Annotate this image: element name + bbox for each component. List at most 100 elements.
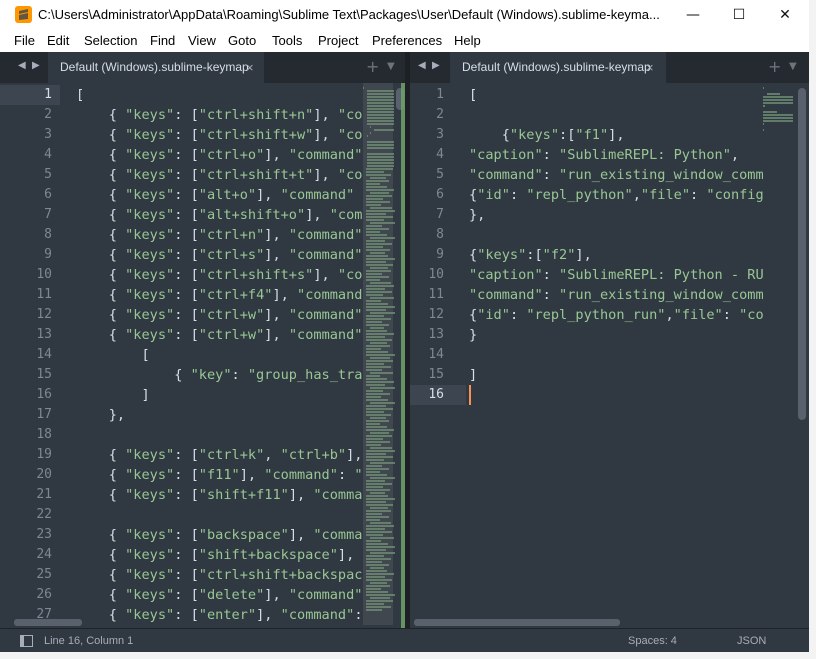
minimap-line bbox=[366, 258, 395, 260]
code-line[interactable]: {"keys":["f2"], bbox=[469, 245, 592, 265]
code-line[interactable]: {"id": "repl_python","file": "config bbox=[469, 185, 763, 205]
minimap-line bbox=[366, 546, 395, 548]
minimap-line bbox=[370, 522, 391, 524]
tab-next-icon[interactable]: ▶ bbox=[32, 60, 40, 71]
right-editor-pane[interactable]: 1 2 3 4 5 6 7 8 9 10 11 12 13 14 15 16 [ {"keys":["f1"]… bbox=[410, 83, 809, 628]
minimap-line bbox=[366, 96, 395, 98]
right-minimap[interactable] bbox=[763, 83, 797, 628]
left-editor-pane[interactable]: 1 2 3 4 5 6 7 8 9 10 11 12 13 14 15 16 17 18 19 20 21 22 23 24 2… bbox=[0, 83, 405, 628]
minimap-line bbox=[763, 111, 777, 113]
code-line[interactable]: { "keys": ["ctrl+shift+s"], "co bbox=[76, 265, 363, 285]
code-line[interactable]: { "keys": ["ctrl+shift+n"], "co bbox=[76, 105, 363, 125]
tab-menu-icon[interactable]: ▼ bbox=[789, 61, 797, 72]
minimize-button[interactable]: — bbox=[670, 0, 716, 30]
code-line[interactable]: { "keys": ["enter"], "command": bbox=[76, 605, 363, 625]
menu-find[interactable]: Find bbox=[150, 30, 175, 52]
minimap-line bbox=[763, 129, 764, 131]
line-number: 9 bbox=[44, 247, 52, 262]
menu-selection[interactable]: Selection bbox=[84, 30, 137, 52]
code-line[interactable]: { "keys": ["ctrl+w"], "command" bbox=[76, 305, 363, 325]
code-line[interactable]: {"keys":["f1"], bbox=[469, 125, 625, 145]
code-line[interactable]: { "keys": ["alt+o"], "command" bbox=[76, 185, 355, 205]
tab-menu-icon[interactable]: ▼ bbox=[387, 61, 395, 72]
code-line[interactable]: { "keys": ["alt+shift+o"], "com bbox=[76, 205, 363, 225]
menu-file[interactable]: File bbox=[14, 30, 35, 52]
menu-goto[interactable]: Goto bbox=[228, 30, 256, 52]
minimap-line bbox=[370, 207, 392, 209]
left-code-area[interactable]: [ { "keys": ["ctrl+shift+n"], "co { "key… bbox=[76, 83, 363, 628]
menu-help[interactable]: Help bbox=[454, 30, 481, 52]
indentation-setting[interactable]: Spaces: 4 bbox=[628, 629, 677, 652]
tab-prev-icon[interactable]: ◀ bbox=[418, 60, 426, 71]
code-line[interactable]: { "keys": ["shift+f11"], "comma bbox=[76, 485, 363, 505]
menu-tools-label: Tools bbox=[272, 33, 303, 48]
minimap-line bbox=[366, 369, 382, 371]
right-horizontal-scrollbar[interactable] bbox=[414, 619, 620, 626]
code-line[interactable]: }, bbox=[76, 405, 125, 425]
minimap-line bbox=[366, 483, 392, 485]
tab-close-icon[interactable]: × bbox=[246, 52, 254, 83]
code-line[interactable]: { "keys": ["ctrl+shift+w"], "co bbox=[76, 125, 363, 145]
left-minimap[interactable] bbox=[363, 83, 395, 628]
tab-prev-icon[interactable]: ◀ bbox=[18, 60, 26, 71]
minimap-line bbox=[366, 255, 388, 257]
code-line[interactable]: {"id": "repl_python_run","file": "co bbox=[469, 305, 763, 325]
code-line[interactable]: } bbox=[469, 325, 477, 345]
new-tab-icon[interactable]: + bbox=[366, 57, 379, 76]
right-code-area[interactable]: [ {"keys":["f1"], "caption": "SublimeREPL… bbox=[469, 83, 763, 628]
minimap-line bbox=[366, 117, 395, 119]
code-line[interactable]: { "keys": ["ctrl+k", "ctrl+b"], bbox=[76, 445, 363, 465]
code-line[interactable]: "command": "run_existing_window_comm bbox=[469, 285, 763, 305]
right-vertical-scrollbar[interactable] bbox=[798, 88, 806, 420]
menu-project[interactable]: Project bbox=[318, 30, 358, 52]
code-line[interactable]: { "keys": ["ctrl+f4"], "command bbox=[76, 285, 363, 305]
minimap-line bbox=[366, 561, 382, 563]
tab-next-icon[interactable]: ▶ bbox=[432, 60, 440, 71]
code-line[interactable]: { "keys": ["backspace"], "comma bbox=[76, 525, 363, 545]
minimap-line bbox=[370, 327, 384, 329]
code-line[interactable]: [ bbox=[76, 345, 149, 365]
menu-preferences[interactable]: Preferences bbox=[372, 30, 442, 52]
code-line[interactable]: { "keys": ["ctrl+s"], "command" bbox=[76, 245, 363, 265]
code-line[interactable]: [ bbox=[76, 85, 84, 105]
minimap-line bbox=[370, 342, 387, 344]
code-line[interactable]: { "keys": ["ctrl+shift+t"], "co bbox=[76, 165, 363, 185]
minimap-line bbox=[366, 135, 369, 137]
close-button[interactable]: ✕ bbox=[762, 0, 808, 30]
code-line[interactable]: "command": "run_existing_window_comm bbox=[469, 165, 763, 185]
minimap-line bbox=[366, 498, 395, 500]
tab-close-icon[interactable]: × bbox=[646, 52, 654, 83]
code-line[interactable]: { "keys": ["f11"], "command": " bbox=[76, 465, 363, 485]
cursor-position[interactable]: Line 16, Column 1 bbox=[44, 629, 133, 652]
syntax-selector[interactable]: JSON bbox=[737, 629, 766, 652]
code-line[interactable]: { "keys": ["ctrl+o"], "command" bbox=[76, 145, 363, 165]
tab-left-keymap[interactable]: Default (Windows).sublime-keymap × bbox=[48, 52, 264, 83]
maximize-button[interactable]: ☐ bbox=[716, 0, 762, 30]
minimap-line bbox=[366, 108, 395, 110]
line-number: 25 bbox=[36, 567, 52, 582]
code-line[interactable]: "caption": "SublimeREPL: Python - RU bbox=[469, 265, 763, 285]
minimap-line bbox=[366, 441, 390, 443]
minimap-line bbox=[366, 231, 380, 233]
code-line[interactable]: { "keys": ["ctrl+w"], "command" bbox=[76, 325, 363, 345]
code-line[interactable]: { "keys": ["shift+backspace"], bbox=[76, 545, 355, 565]
code-line[interactable]: ] bbox=[469, 365, 477, 385]
new-tab-icon[interactable]: + bbox=[768, 57, 781, 76]
sublime-text-icon bbox=[15, 6, 32, 23]
left-horizontal-scrollbar[interactable] bbox=[14, 619, 82, 626]
code-line[interactable]: { "keys": ["ctrl+shift+backspac bbox=[76, 565, 363, 585]
tab-right-keymap[interactable]: Default (Windows).sublime-keymap × bbox=[450, 52, 666, 83]
menu-edit[interactable]: Edit bbox=[47, 30, 69, 52]
line-number: 20 bbox=[36, 467, 52, 482]
menu-view[interactable]: View bbox=[188, 30, 216, 52]
code-line[interactable]: { "key": "group_has_tra bbox=[76, 365, 362, 385]
code-line[interactable]: ] bbox=[76, 385, 149, 405]
menu-tools[interactable]: Tools bbox=[272, 30, 302, 52]
minimap-line bbox=[370, 282, 391, 284]
code-line[interactable]: { "keys": ["delete"], "command" bbox=[76, 585, 363, 605]
code-line[interactable]: { "keys": ["ctrl+n"], "command" bbox=[76, 225, 363, 245]
code-line[interactable]: }, bbox=[469, 205, 485, 225]
panel-toggle-icon[interactable] bbox=[20, 635, 33, 647]
code-line[interactable]: [ bbox=[469, 85, 477, 105]
code-line[interactable]: "caption": "SublimeREPL: Python", bbox=[469, 145, 739, 165]
